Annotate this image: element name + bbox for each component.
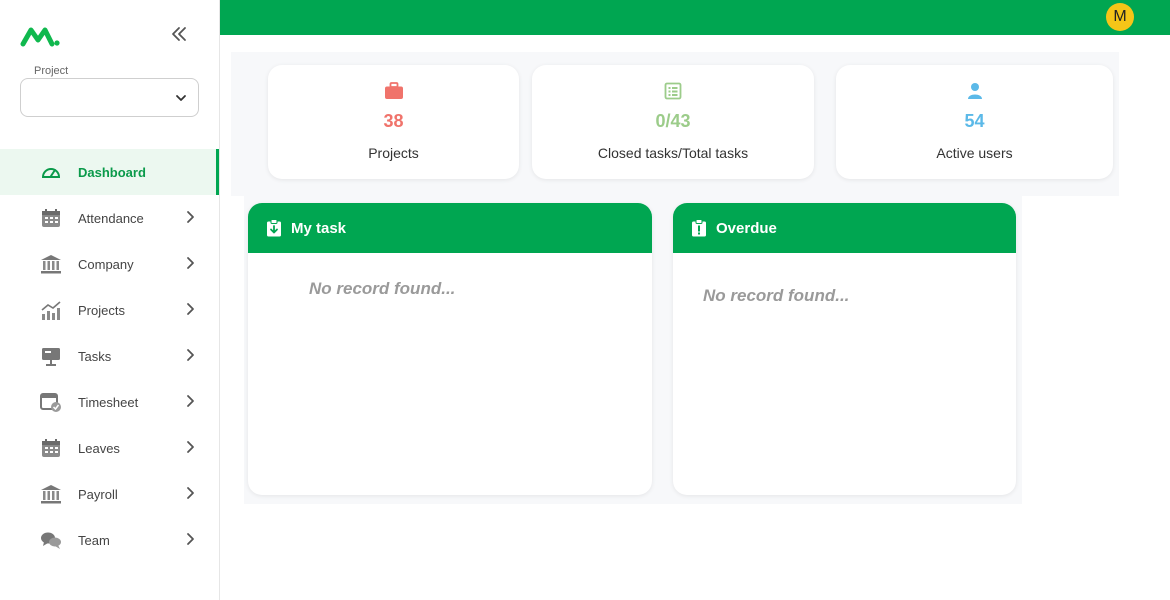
my-task-panel: My task No record found... <box>248 203 652 495</box>
briefcase-icon <box>268 82 519 102</box>
stat-card-tasks[interactable]: 0/43 Closed tasks/Total tasks <box>532 65 814 179</box>
sidebar-item-payroll[interactable]: Payroll <box>0 471 219 517</box>
bank-building-icon <box>40 483 62 505</box>
sidebar-item-company[interactable]: Company <box>0 241 219 287</box>
calendar-icon <box>40 207 62 229</box>
sidebar-item-label: Company <box>78 256 134 272</box>
sidebar-item-label: Dashboard <box>78 164 146 180</box>
sidebar-item-label: Tasks <box>78 348 112 364</box>
stat-value: 0/43 <box>655 111 691 131</box>
calendar-icon <box>40 437 62 459</box>
app: Project Dashboard Attendance Company Pro… <box>0 0 1170 600</box>
chart-bars-icon <box>40 299 62 321</box>
top-bar: M <box>220 0 1170 35</box>
sidebar-item-attendance[interactable]: Attendance <box>0 195 219 241</box>
sidebar-item-label: Timesheet <box>78 394 139 410</box>
clipboard-alert-icon <box>691 219 707 237</box>
stat-card-projects[interactable]: 38 Projects <box>268 65 519 179</box>
sidebar-item-dashboard[interactable]: Dashboard <box>0 149 219 195</box>
sidebar: Project Dashboard Attendance Company Pro… <box>0 0 220 600</box>
app-logo <box>20 24 60 48</box>
chevron-right-icon <box>185 532 195 551</box>
sidebar-item-label: Team <box>78 532 110 548</box>
sidebar-item-label: Attendance <box>78 210 144 226</box>
calendar-check-icon <box>40 391 62 413</box>
chevron-right-icon <box>185 302 195 321</box>
stat-card-users[interactable]: 54 Active users <box>836 65 1113 179</box>
user-icon <box>836 82 1113 102</box>
sidebar-item-timesheet[interactable]: Timesheet <box>0 379 219 425</box>
project-select[interactable] <box>20 78 199 117</box>
clipboard-download-icon <box>266 219 282 237</box>
dashboard-gauge-icon <box>40 161 62 183</box>
double-chevron-left-icon <box>170 26 188 47</box>
list-document-icon <box>532 82 814 102</box>
stat-label: Active users <box>936 145 1013 161</box>
panel-title: My task <box>291 219 347 237</box>
overdue-panel-header: Overdue <box>673 203 1016 253</box>
project-select-label: Project <box>30 65 73 77</box>
sidebar-item-label: Payroll <box>78 486 118 502</box>
stat-value: 38 <box>383 111 404 131</box>
my-task-panel-header: My task <box>248 203 652 253</box>
chevron-right-icon <box>185 486 195 505</box>
empty-state-text: No record found... <box>703 286 850 305</box>
monitor-presentation-icon <box>40 345 62 367</box>
chevron-right-icon <box>185 440 195 459</box>
chevron-down-icon <box>174 91 188 110</box>
sidebar-item-label: Leaves <box>78 440 120 456</box>
chevron-right-icon <box>185 210 195 229</box>
stat-value: 54 <box>964 111 985 131</box>
panel-title: Overdue <box>716 219 777 237</box>
stat-label: Projects <box>368 145 419 161</box>
sidebar-item-leaves[interactable]: Leaves <box>0 425 219 471</box>
chat-bubbles-icon <box>40 529 62 551</box>
user-avatar[interactable]: M <box>1106 3 1134 31</box>
sidebar-item-tasks[interactable]: Tasks <box>0 333 219 379</box>
overdue-panel: Overdue No record found... <box>673 203 1016 495</box>
stat-label: Closed tasks/Total tasks <box>597 145 749 161</box>
chevron-right-icon <box>185 348 195 367</box>
sidebar-item-team[interactable]: Team <box>0 517 219 563</box>
chevron-right-icon <box>185 256 195 275</box>
sidebar-item-label: Projects <box>78 302 125 318</box>
collapse-sidebar-button[interactable] <box>166 24 192 48</box>
sidebar-item-projects[interactable]: Projects <box>0 287 219 333</box>
sidebar-nav: Dashboard Attendance Company Projects Ta… <box>0 149 219 563</box>
chevron-right-icon <box>185 394 195 413</box>
empty-state-text: No record found... <box>309 279 456 298</box>
bank-building-icon <box>40 253 62 275</box>
